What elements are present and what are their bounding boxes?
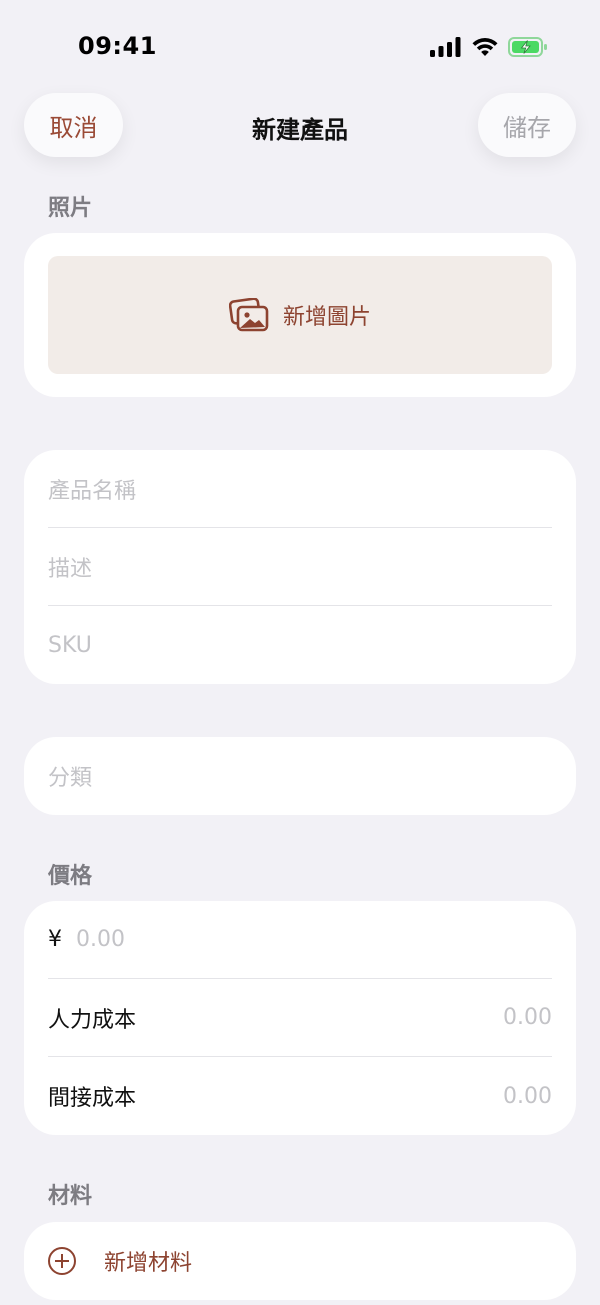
pricing-section-label: 價格 bbox=[48, 864, 93, 889]
labor-cost-label: 人力成本 bbox=[48, 1007, 137, 1033]
product-name-field[interactable]: 產品名稱 bbox=[48, 450, 552, 528]
battery-charging-icon bbox=[508, 37, 547, 57]
product-name-placeholder: 產品名稱 bbox=[48, 478, 137, 504]
sku-placeholder: SKU bbox=[48, 632, 92, 658]
overhead-cost-input[interactable]: 0.00 bbox=[503, 1084, 552, 1109]
add-image-button[interactable]: 新增圖片 bbox=[48, 256, 552, 374]
overhead-cost-row[interactable]: 間接成本 0.00 bbox=[48, 1057, 552, 1135]
sku-field[interactable]: SKU bbox=[48, 606, 552, 684]
category-field[interactable]: 分類 bbox=[48, 737, 552, 815]
new-product-screen: 09:41 取消 新建產品 儲存 照片 新增圖片 產品名稱 描述 SKU 分類 … bbox=[0, 0, 600, 1305]
add-material-label: 新增材料 bbox=[104, 1251, 193, 1276]
labor-cost-input[interactable]: 0.00 bbox=[503, 1005, 552, 1030]
status-time: 09:41 bbox=[78, 32, 157, 60]
description-field[interactable]: 描述 bbox=[48, 528, 552, 606]
category-card: 分類 bbox=[24, 737, 576, 815]
price-field[interactable]: ¥ 0.00 bbox=[48, 901, 552, 979]
save-button[interactable]: 儲存 bbox=[478, 93, 576, 157]
status-icons bbox=[430, 37, 548, 57]
materials-section-label: 材料 bbox=[48, 1184, 93, 1209]
price-placeholder: 0.00 bbox=[76, 927, 125, 952]
status-bar: 09:41 bbox=[0, 0, 600, 96]
currency-symbol: ¥ bbox=[48, 927, 62, 952]
cellular-signal-icon bbox=[430, 37, 461, 57]
add-image-label: 新增圖片 bbox=[282, 305, 371, 330]
plus-circle-icon bbox=[48, 1247, 76, 1275]
photos-card: 新增圖片 bbox=[24, 233, 576, 397]
overhead-cost-label: 間接成本 bbox=[48, 1086, 137, 1111]
description-placeholder: 描述 bbox=[48, 556, 93, 582]
category-placeholder: 分類 bbox=[48, 766, 93, 791]
photo-stack-icon bbox=[228, 298, 269, 332]
labor-cost-row[interactable]: 人力成本 0.00 bbox=[48, 979, 552, 1057]
add-material-button[interactable]: 新增材料 bbox=[48, 1222, 192, 1300]
photos-section-label: 照片 bbox=[48, 196, 93, 221]
product-info-card: 產品名稱 描述 SKU bbox=[24, 450, 576, 684]
materials-card: 新增材料 bbox=[24, 1222, 576, 1300]
wifi-icon bbox=[472, 37, 498, 56]
pricing-card: ¥ 0.00 人力成本 0.00 間接成本 0.00 bbox=[24, 901, 576, 1135]
